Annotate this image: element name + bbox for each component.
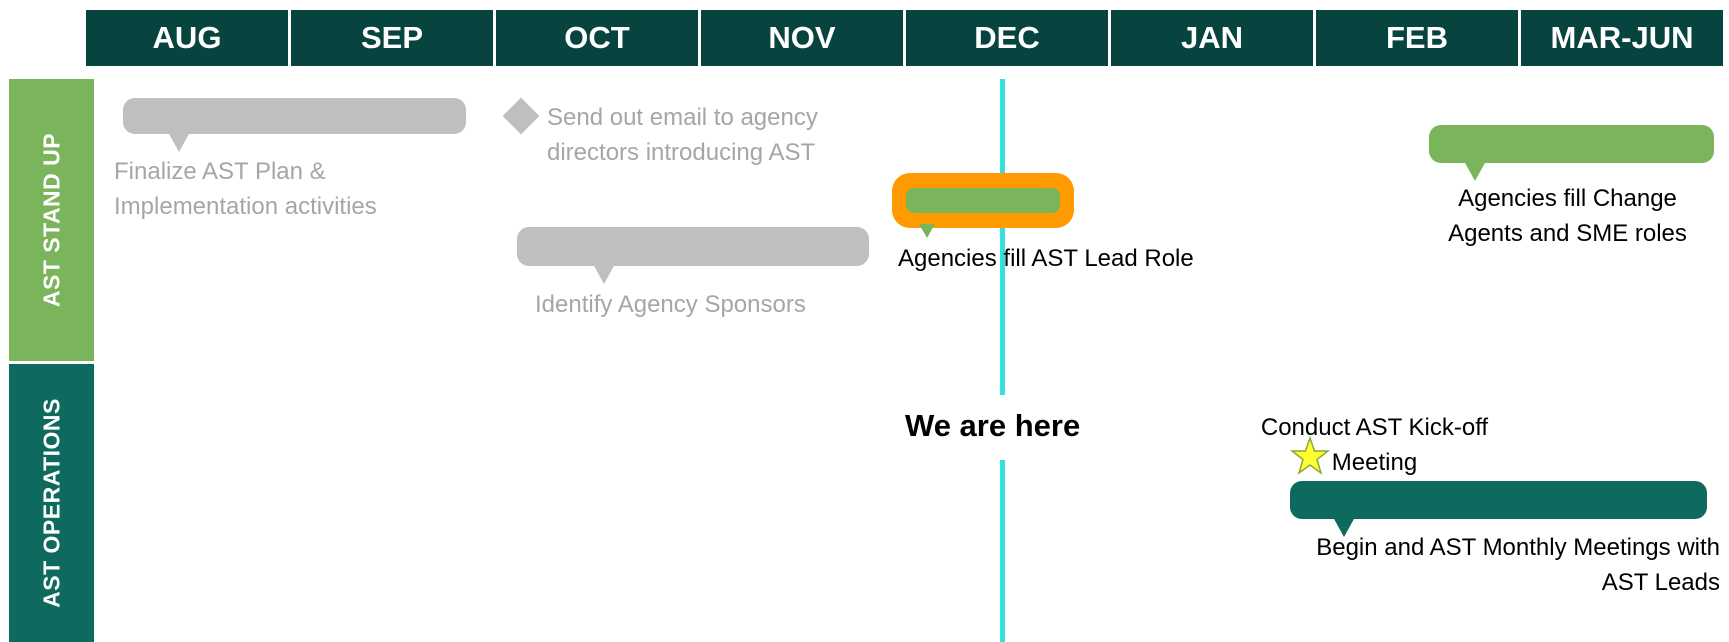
fill-lead-role-pointer [919, 224, 935, 238]
diamond-milestone-icon [502, 97, 540, 135]
fill-change-agents-label: Agencies fill Change Agents and SME role… [1448, 185, 1687, 247]
month-dec: DEC [906, 10, 1108, 66]
identify-sponsors-pointer [593, 264, 615, 284]
month-aug: AUG [86, 10, 288, 66]
month-jan: JAN [1111, 10, 1313, 66]
send-email-label: Send out email to agency directors intro… [547, 104, 818, 166]
monthly-meetings-label: Begin and AST Monthly Meetings with AST … [1316, 534, 1720, 596]
row-label-stand-up-text: AST STAND UP [38, 132, 64, 308]
month-oct: OCT [496, 10, 698, 66]
row-label-operations-text: AST OPERATIONS [38, 398, 64, 608]
identify-sponsors-label: Identify Agency Sponsors [535, 291, 806, 318]
finalize-plan-pointer [168, 132, 190, 152]
we-are-here-label: We are here [905, 408, 1081, 443]
now-line-bottom [1000, 460, 1005, 642]
row-label-operations: AST OPERATIONS [9, 364, 94, 642]
month-nov: NOV [701, 10, 903, 66]
fill-lead-role-bar [906, 188, 1060, 213]
row-label-stand-up: AST STAND UP [9, 79, 94, 361]
monthly-meetings-bar [1290, 481, 1707, 519]
month-feb: FEB [1316, 10, 1518, 66]
month-sep: SEP [291, 10, 493, 66]
now-line-top [1000, 79, 1005, 395]
kickoff-meeting-label: Conduct AST Kick-off Meeting [1260, 414, 1489, 476]
month-mar-jun: MAR-JUN [1521, 10, 1723, 66]
fill-change-agents-bar [1429, 125, 1714, 163]
fill-change-agents-pointer [1464, 161, 1486, 181]
finalize-plan-label: Finalize AST Plan & Implementation activ… [114, 158, 377, 220]
finalize-plan-bar [123, 98, 466, 134]
fill-lead-role-label: Agencies fill AST Lead Role [898, 245, 1194, 272]
identify-sponsors-bar [517, 227, 869, 266]
